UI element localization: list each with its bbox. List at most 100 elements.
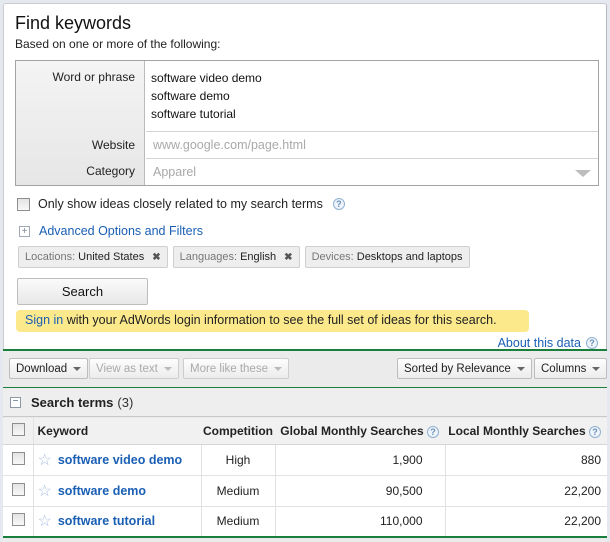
- select-all-cell: [3, 418, 34, 445]
- about-this-data-link[interactable]: About this data: [498, 336, 581, 350]
- competition-cell: High: [201, 444, 276, 476]
- closely-related-option[interactable]: Only show ideas closely related to my se…: [17, 197, 345, 211]
- chip-value: Desktops and laptops: [356, 251, 463, 263]
- star-icon[interactable]: ☆: [38, 513, 52, 530]
- remove-icon[interactable]: ✖: [284, 252, 292, 263]
- results-toolbar: Download View as text More like these So…: [3, 351, 608, 386]
- advanced-options-toggle[interactable]: + Advanced Options and Filters: [19, 224, 203, 238]
- word-or-phrase-input[interactable]: software video demo software demo softwa…: [146, 61, 598, 132]
- star-icon[interactable]: ☆: [38, 483, 52, 500]
- website-label: Website: [91, 138, 135, 152]
- help-icon[interactable]: ?: [427, 425, 439, 438]
- table-header-row: Keyword Competition Global Monthly Searc…: [3, 418, 607, 445]
- chip-value: United States: [78, 251, 145, 263]
- columns-label: Columns: [541, 362, 587, 375]
- keyword-link[interactable]: software tutorial: [58, 514, 155, 528]
- chevron-down-icon: [273, 366, 282, 371]
- chevron-down-icon: [73, 366, 82, 371]
- help-icon[interactable]: ?: [589, 425, 601, 438]
- search-terms-group-header[interactable]: − Search terms (3): [3, 388, 607, 417]
- table-row: ☆ software demo Medium 90,500 22,200: [3, 475, 607, 507]
- competition-header[interactable]: Competition: [201, 418, 275, 445]
- dropdown-arrow-icon: [575, 170, 591, 177]
- local-searches-label: Local Monthly Searches: [448, 423, 586, 438]
- page-subtitle: Based on one or more of the following:: [15, 37, 221, 51]
- competition-cell: Medium: [201, 475, 276, 507]
- row-checkbox[interactable]: [12, 451, 26, 465]
- sort-button[interactable]: Sorted by Relevance: [397, 358, 532, 379]
- category-select[interactable]: Apparel: [146, 160, 598, 185]
- more-like-these-button[interactable]: More like these: [183, 358, 289, 379]
- keyword-link[interactable]: software video demo: [58, 453, 182, 467]
- category-placeholder: Apparel: [153, 165, 197, 179]
- competition-cell: Medium: [201, 506, 276, 538]
- view-as-text-button[interactable]: View as text: [89, 358, 179, 379]
- devices-chip[interactable]: Devices: Desktops and laptops: [304, 246, 470, 268]
- columns-button[interactable]: Columns: [534, 358, 608, 379]
- phrase-line: software tutorial: [151, 107, 236, 121]
- select-all-checkbox[interactable]: [12, 422, 26, 436]
- collapse-minus-icon[interactable]: −: [10, 396, 21, 408]
- filter-chips: Locations: United States ✖ Languages: En…: [18, 246, 470, 268]
- phrase-line: software demo: [151, 89, 230, 103]
- global-searches-cell: 90,500: [275, 475, 446, 507]
- table-row: ☆ software video demo High 1,900 880: [3, 444, 607, 476]
- sign-in-notice: Sign in with your AdWords login informat…: [16, 310, 529, 332]
- keyword-form: Word or phrase Website Category software…: [15, 60, 599, 186]
- view-as-text-label: View as text: [96, 362, 158, 375]
- sort-label: Sorted by Relevance: [404, 362, 511, 375]
- keyword-cell: ☆ software tutorial: [33, 506, 202, 538]
- location-chip[interactable]: Locations: United States ✖: [18, 246, 168, 268]
- more-like-these-label: More like these: [190, 362, 268, 375]
- keyword-cell: ☆ software video demo: [33, 444, 202, 476]
- page-title: Find keywords: [15, 13, 132, 33]
- chip-value: English: [240, 251, 277, 263]
- advanced-options-link[interactable]: Advanced Options and Filters: [39, 224, 203, 238]
- download-button[interactable]: Download: [9, 358, 89, 379]
- local-searches-cell: 22,200: [445, 475, 607, 507]
- keyword-table: Keyword Competition Global Monthly Searc…: [3, 418, 607, 538]
- language-chip[interactable]: Languages: English ✖: [172, 246, 300, 268]
- search-button[interactable]: Search: [17, 278, 148, 305]
- row-checkbox[interactable]: [12, 513, 26, 527]
- closely-related-checkbox[interactable]: [17, 197, 30, 211]
- keyword-cell: ☆ software demo: [33, 475, 202, 507]
- chevron-down-icon: [516, 366, 525, 371]
- keyword-link[interactable]: software demo: [58, 484, 146, 498]
- local-searches-cell: 22,200: [445, 506, 607, 538]
- chip-key: Languages:: [179, 251, 238, 263]
- closely-related-label: Only show ideas closely related to my se…: [38, 197, 323, 211]
- download-label: Download: [16, 362, 68, 375]
- global-searches-label: Global Monthly Searches: [280, 423, 424, 438]
- word-or-phrase-label: Word or phrase: [52, 70, 135, 84]
- help-icon[interactable]: ?: [586, 337, 598, 349]
- sign-in-link[interactable]: Sign in: [25, 313, 63, 327]
- category-label: Category: [86, 164, 135, 178]
- table-row: ☆ software tutorial Medium 110,000 22,200: [3, 506, 607, 538]
- row-select-cell: [3, 506, 34, 538]
- local-searches-cell: 880: [445, 444, 607, 476]
- global-searches-cell: 110,000: [275, 506, 446, 538]
- global-searches-cell: 1,900: [275, 444, 446, 476]
- group-title: Search terms: [31, 394, 114, 410]
- expand-plus-icon: +: [19, 225, 30, 237]
- phrase-line: software video demo: [151, 71, 262, 85]
- notice-text: with your AdWords login information to s…: [63, 313, 497, 327]
- help-icon[interactable]: ?: [332, 198, 345, 210]
- group-count: (3): [117, 394, 134, 410]
- results-panel: Download View as text More like these So…: [3, 349, 608, 542]
- chevron-down-icon: [163, 366, 172, 371]
- chip-key: Locations:: [25, 251, 76, 263]
- local-searches-header[interactable]: Local Monthly Searches ?: [445, 418, 607, 445]
- website-input[interactable]: www.google.com/page.html: [146, 133, 598, 159]
- keyword-header[interactable]: Keyword: [33, 418, 201, 445]
- chevron-down-icon: [592, 366, 601, 371]
- row-select-cell: [3, 444, 34, 476]
- row-select-cell: [3, 475, 34, 507]
- global-searches-header[interactable]: Global Monthly Searches ?: [275, 418, 445, 445]
- remove-icon[interactable]: ✖: [152, 252, 160, 263]
- row-checkbox[interactable]: [12, 482, 26, 496]
- form-labels: Word or phrase Website Category: [16, 61, 145, 185]
- star-icon[interactable]: ☆: [38, 452, 52, 469]
- about-this-data[interactable]: About this data ?: [498, 336, 598, 350]
